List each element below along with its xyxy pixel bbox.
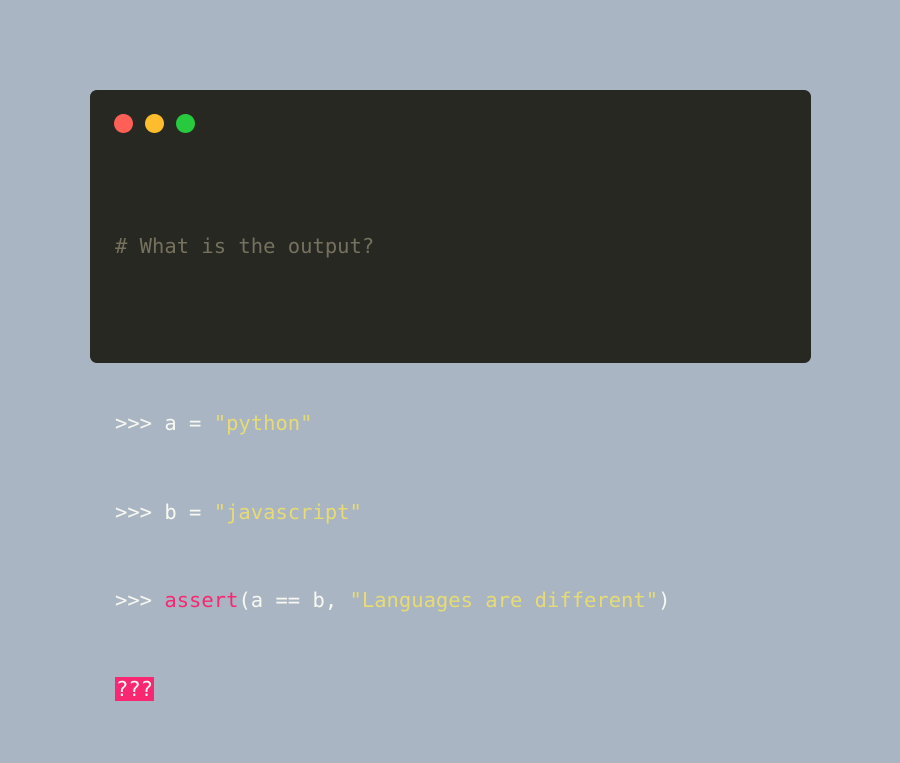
string-literal: "Languages are different" bbox=[349, 588, 659, 612]
string-literal: "python" bbox=[213, 411, 313, 435]
prompt: >>> bbox=[115, 499, 153, 524]
maximize-dot-icon[interactable] bbox=[176, 114, 195, 133]
code-window: # What is the output? >>> a = "python" >… bbox=[90, 90, 811, 701]
code-line-2: >>> b = "javascript" bbox=[115, 498, 670, 528]
assert-keyword: assert bbox=[164, 588, 239, 612]
prompt: >>> bbox=[115, 411, 153, 435]
code-comment: # What is the output? bbox=[115, 234, 375, 258]
window-controls bbox=[114, 114, 195, 133]
prompt: >>> bbox=[115, 588, 153, 612]
code-text: a = bbox=[152, 411, 214, 435]
string-literal: "javascript" bbox=[213, 499, 362, 524]
minimize-dot-icon[interactable] bbox=[145, 114, 164, 133]
code-tail: ) bbox=[658, 588, 671, 612]
answer-line: ??? bbox=[115, 675, 670, 705]
code-block: # What is the output? >>> a = "python" >… bbox=[115, 173, 670, 763]
code-text: b = bbox=[152, 499, 214, 524]
code-line-3: >>> assert(a == b, "Languages are differ… bbox=[115, 586, 670, 616]
code-line-1: >>> a = "python" bbox=[115, 409, 670, 439]
code-text: (a == b, bbox=[238, 588, 350, 612]
close-dot-icon[interactable] bbox=[114, 114, 133, 133]
answer-placeholder: ??? bbox=[115, 676, 155, 701]
